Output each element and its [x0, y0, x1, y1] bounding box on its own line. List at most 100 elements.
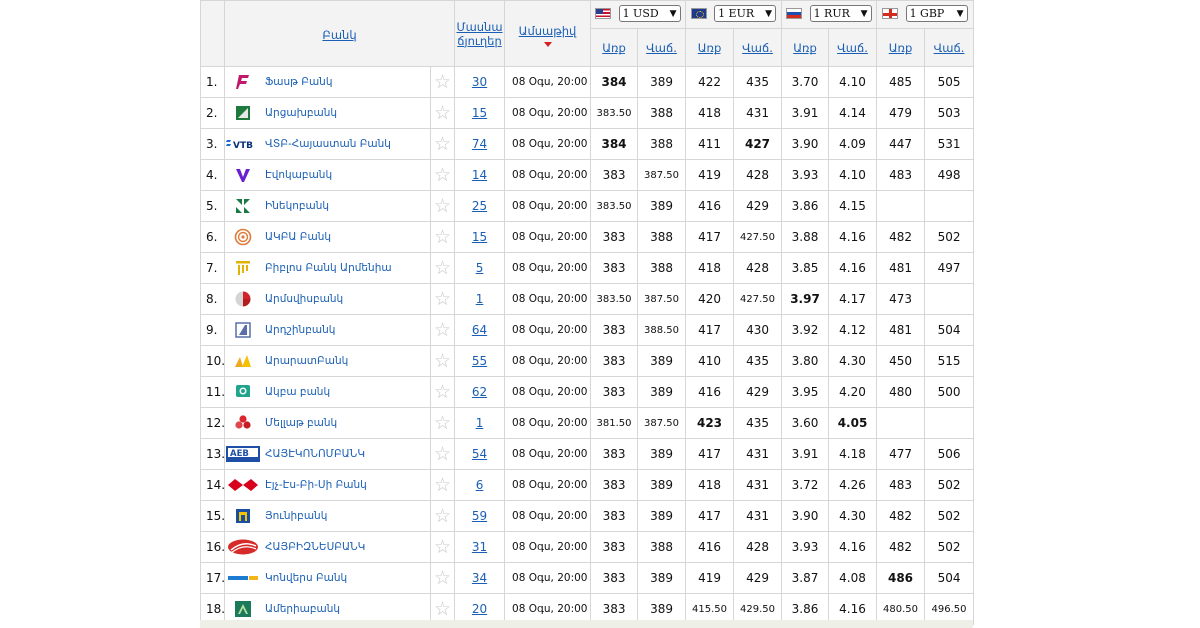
bank-cell[interactable]: ԱրարատԲանկ [224, 345, 431, 377]
eur-buy-header[interactable]: Առք [685, 28, 735, 67]
bank-name-link[interactable]: Ֆասթ Բանկ [261, 68, 430, 97]
branches-count-link[interactable]: 6 [454, 469, 506, 501]
currency-select-eur[interactable]: 1 EUR ▼ [714, 5, 777, 22]
bank-cell[interactable]: Էյչ-Էս-Բի-Սի Բանկ [224, 469, 431, 501]
favorite-star-icon[interactable]: ☆ [429, 159, 456, 191]
bank-name-link[interactable]: Կոնվերս Բանկ [261, 564, 430, 593]
favorite-star-icon[interactable]: ☆ [429, 469, 456, 501]
bank-cell[interactable]: Արմսվիսբանկ [224, 283, 431, 315]
branches-count-link[interactable]: 15 [454, 221, 506, 253]
favorite-star-icon[interactable]: ☆ [429, 407, 456, 439]
date-column-link[interactable]: Ամսաթիվ [519, 24, 577, 38]
bank-cell[interactable]: ՀԱՅԲԻԶՆԵՍԲԱՆԿ [224, 531, 431, 563]
header-bank[interactable]: Բանկ [223, 0, 456, 67]
favorite-star-icon[interactable]: ☆ [429, 438, 456, 470]
gbp-buy-link[interactable]: Առք [878, 41, 924, 55]
eur-buy-link[interactable]: Առք [687, 41, 733, 55]
rur-sell-link[interactable]: Վաճ. [830, 41, 876, 55]
bank-name-link[interactable]: Մելլաթ բանկ [261, 409, 430, 438]
favorite-star-icon[interactable]: ☆ [429, 252, 456, 284]
gbp-sell-link[interactable]: Վաճ. [926, 41, 973, 55]
branches-count-link[interactable]: 59 [454, 500, 506, 532]
bank-name-link[interactable]: Ինեկոբանկ [261, 192, 430, 221]
header-branches[interactable]: Մասնա ճյուղեր [454, 0, 506, 67]
bank-cell[interactable]: Բիբլոս Բանկ Արմենիա [224, 252, 431, 284]
bank-name-link[interactable]: Էյչ-Էս-Բի-Սի Բանկ [261, 471, 430, 500]
favorite-star-icon[interactable]: ☆ [429, 314, 456, 346]
favorite-star-icon[interactable]: ☆ [429, 531, 456, 563]
header-date[interactable]: Ամսաթիվ [504, 0, 592, 67]
bank-cell[interactable]: Արցախբանկ [224, 97, 431, 129]
bank-name-link[interactable]: Արցախբանկ [261, 99, 430, 128]
bank-name-link[interactable]: Արմսվիսբանկ [261, 285, 430, 314]
bank-name-link[interactable]: Բիբլոս Բանկ Արմենիա [261, 254, 430, 283]
usd-buy-link[interactable]: Առք [592, 41, 637, 55]
bank-name-link[interactable]: ԱԿԲԱ Բանկ [261, 223, 430, 252]
branches-count-link[interactable]: 64 [454, 314, 506, 346]
branches-column-link-l2[interactable]: ճյուղեր [456, 34, 504, 48]
bank-name-link[interactable]: Արդշինբանկ [261, 316, 430, 345]
bank-name-link[interactable]: Յունիբանկ [261, 502, 430, 531]
favorite-star-icon[interactable]: ☆ [429, 562, 456, 594]
branches-count-link[interactable]: 25 [454, 190, 506, 222]
branches-count-link[interactable]: 34 [454, 562, 506, 594]
branches-count-link[interactable]: 5 [454, 252, 506, 284]
bank-cell[interactable]: Կոնվերս Բանկ [224, 562, 431, 594]
bank-name-link[interactable]: Էվոկաբանկ [261, 161, 430, 190]
favorite-star-icon[interactable]: ☆ [429, 128, 456, 160]
favorite-star-icon[interactable]: ☆ [429, 376, 456, 408]
rur-buy-header[interactable]: Առք [781, 28, 830, 67]
branches-column-link-l1[interactable]: Մասնա [456, 20, 504, 34]
branches-count-link[interactable]: 31 [454, 531, 506, 563]
favorite-star-icon[interactable]: ☆ [429, 66, 456, 98]
bank-cell[interactable]: Յունիբանկ [224, 500, 431, 532]
branches-count-link[interactable]: 15 [454, 97, 506, 129]
bank-cell[interactable]: Էվոկաբանկ [224, 159, 431, 191]
usd-sell-link[interactable]: Վաճ. [639, 41, 685, 55]
bank-cell[interactable]: Արդշինբանկ [224, 314, 431, 346]
favorite-star-icon[interactable]: ☆ [429, 345, 456, 377]
bank-cell[interactable]: VTB ՎՏԲ-Հայաստան Բանկ [224, 128, 431, 160]
sort-arrow-icon [543, 42, 552, 47]
branches-count-link[interactable]: 1 [454, 283, 506, 315]
rate-rur-buy: 3.87 [781, 562, 830, 594]
rur-buy-link[interactable]: Առք [783, 41, 828, 55]
currency-select-gbp[interactable]: 1 GBP ▼ [905, 5, 968, 22]
gbp-sell-header[interactable]: Վաճ. [924, 28, 975, 67]
bank-cell[interactable]: ԱԿԲԱ Բանկ [224, 221, 431, 253]
update-date: 08 Օգս, 20:00 [504, 469, 592, 501]
favorite-star-icon[interactable]: ☆ [429, 500, 456, 532]
rate-rur-buy: 3.92 [781, 314, 830, 346]
branches-count-link[interactable]: 54 [454, 438, 506, 470]
eur-sell-link[interactable]: Վաճ. [735, 41, 781, 55]
currency-select-usd[interactable]: 1 USD ▼ [618, 5, 681, 22]
usd-buy-header[interactable]: Առք [590, 28, 639, 67]
favorite-star-icon[interactable]: ☆ [429, 221, 456, 253]
table-row: 11. Ակբա բանկ ☆ 62 08 Օգս, 20:00 383 389 416 4… [200, 376, 975, 408]
bank-name-link[interactable]: ՎՏԲ-Հայաստան Բանկ [261, 130, 430, 159]
gbp-buy-header[interactable]: Առք [876, 28, 926, 67]
branches-count-link[interactable]: 62 [454, 376, 506, 408]
branches-count-link[interactable]: 1 [454, 407, 506, 439]
branches-count-link[interactable]: 30 [454, 66, 506, 98]
bank-name-link[interactable]: ԱրարատԲանկ [261, 347, 430, 376]
bank-name-link[interactable]: ՀԱՅԷԿՈՆՈՄԲԱՆԿ [261, 440, 430, 469]
currency-select-rur[interactable]: 1 RUR ▼ [809, 5, 872, 22]
branches-count-link[interactable]: 55 [454, 345, 506, 377]
bank-cell[interactable]: AEB ՀԱՅԷԿՈՆՈՄԲԱՆԿ [224, 438, 431, 470]
bank-name-link[interactable]: Ակբա բանկ [261, 378, 430, 407]
favorite-star-icon[interactable]: ☆ [429, 97, 456, 129]
usd-sell-header[interactable]: Վաճ. [637, 28, 687, 67]
branches-count-link[interactable]: 14 [454, 159, 506, 191]
bank-column-link[interactable]: Բանկ [322, 28, 356, 42]
branches-count-link[interactable]: 74 [454, 128, 506, 160]
eur-sell-header[interactable]: Վաճ. [733, 28, 783, 67]
bank-name-link[interactable]: ՀԱՅԲԻԶՆԵՍԲԱՆԿ [261, 533, 430, 562]
bank-cell[interactable]: Մելլաթ բանկ [224, 407, 431, 439]
bank-cell[interactable]: Ինեկոբանկ [224, 190, 431, 222]
bank-cell[interactable]: Ֆասթ Բանկ [224, 66, 431, 98]
bank-cell[interactable]: Ակբա բանկ [224, 376, 431, 408]
rur-sell-header[interactable]: Վաճ. [828, 28, 878, 67]
favorite-star-icon[interactable]: ☆ [429, 283, 456, 315]
favorite-star-icon[interactable]: ☆ [429, 190, 456, 222]
